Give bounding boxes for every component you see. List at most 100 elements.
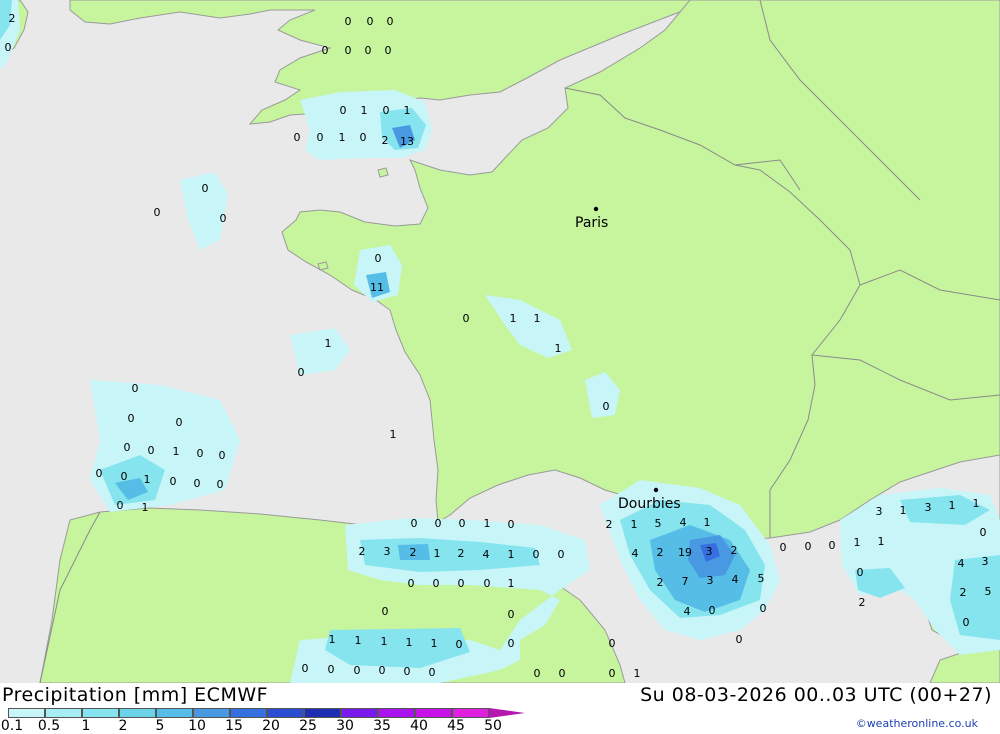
precip-value-label: 3 bbox=[384, 545, 391, 558]
precip-value-label: 0 bbox=[534, 667, 541, 680]
precip-value-label: 0 bbox=[202, 182, 209, 195]
city-label-paris: Paris bbox=[575, 215, 608, 231]
legend-label: 45 bbox=[447, 718, 465, 734]
legend-swatch bbox=[45, 708, 82, 718]
precip-value-label: 0 bbox=[609, 637, 616, 650]
precip-value-label: 0 bbox=[354, 664, 361, 677]
precip-value-label: 0 bbox=[411, 517, 418, 530]
precip-value-label: 0 bbox=[484, 577, 491, 590]
precip-value-label: 0 bbox=[433, 577, 440, 590]
legend-swatch bbox=[452, 708, 489, 718]
legend-label: 2 bbox=[118, 718, 128, 734]
precip-value-label: 0 bbox=[367, 15, 374, 28]
legend-swatch bbox=[156, 708, 193, 718]
precip-value-label: 1 bbox=[631, 518, 638, 531]
legend-label: 30 bbox=[336, 718, 354, 734]
legend-swatch bbox=[193, 708, 230, 718]
precip-value-label: 4 bbox=[732, 573, 739, 586]
precip-value-label: 0 bbox=[456, 638, 463, 651]
precip-value-label: 1 bbox=[510, 312, 517, 325]
legend-label: 5 bbox=[155, 718, 165, 734]
precip-value-label: 0 bbox=[609, 667, 616, 680]
precip-value-label: 2 bbox=[657, 546, 664, 559]
precip-value-label: 3 bbox=[707, 574, 714, 587]
precip-value-label: 0 bbox=[459, 517, 466, 530]
precip-value-label: 0 bbox=[379, 664, 386, 677]
precip-value-label: 1 bbox=[900, 504, 907, 517]
precip-value-label: 0 bbox=[780, 541, 787, 554]
legend-swatch bbox=[8, 708, 45, 718]
precip-value-label: 0 bbox=[154, 206, 161, 219]
precip-value-label: 0 bbox=[219, 449, 226, 462]
precip-value-label: 0 bbox=[382, 605, 389, 618]
precip-value-label: 0 bbox=[328, 663, 335, 676]
precip-value-label: 0 bbox=[603, 400, 610, 413]
map-footer: Precipitation [mm] ECMWF Su 08-03-2026 0… bbox=[0, 683, 1000, 734]
precip-value-label: 0 bbox=[322, 44, 329, 57]
credit-link[interactable]: ©weatheronline.co.uk bbox=[856, 717, 978, 730]
precip-value-label: 0 bbox=[857, 566, 864, 579]
precip-value-label: 0 bbox=[404, 665, 411, 678]
legend-label: 25 bbox=[299, 718, 317, 734]
precip-value-label: 1 bbox=[704, 516, 711, 529]
precip-value-label: 0 bbox=[383, 104, 390, 117]
precip-value-label: 0 bbox=[124, 441, 131, 454]
precip-value-label: 2 bbox=[410, 546, 417, 559]
precip-value-label: 2 bbox=[960, 586, 967, 599]
legend-label: 0.5 bbox=[37, 718, 61, 734]
precip-value-label: 1 bbox=[484, 517, 491, 530]
precip-value-label: 1 bbox=[854, 536, 861, 549]
legend-swatch bbox=[341, 708, 378, 718]
city-dot-paris bbox=[593, 206, 599, 212]
precip-value-label: 1 bbox=[325, 337, 332, 350]
precip-value-label: 0 bbox=[294, 131, 301, 144]
precip-value-label: 0 bbox=[429, 666, 436, 679]
precip-value-label: 1 bbox=[142, 501, 149, 514]
precip-value-label: 0 bbox=[963, 616, 970, 629]
precip-value-label: 5 bbox=[985, 585, 992, 598]
city-dot-dourbies bbox=[653, 487, 659, 493]
precip-value-label: 0 bbox=[132, 382, 139, 395]
precip-value-label: 0 bbox=[533, 548, 540, 561]
precip-value-label: 19 bbox=[678, 546, 692, 559]
legend-swatch bbox=[82, 708, 119, 718]
precip-value-label: 11 bbox=[370, 281, 384, 294]
precip-value-label: 0 bbox=[558, 548, 565, 561]
map-datetime: Su 08-03-2026 00..03 UTC (00+27) bbox=[640, 684, 992, 706]
precip-value-label: 0 bbox=[736, 633, 743, 646]
legend-swatch bbox=[378, 708, 415, 718]
legend-swatch bbox=[119, 708, 156, 718]
legend-label: 50 bbox=[484, 718, 502, 734]
precip-value-label: 0 bbox=[385, 44, 392, 57]
precip-value-label: 0 bbox=[463, 312, 470, 325]
precip-value-label: 0 bbox=[5, 41, 12, 54]
precip-value-label: 4 bbox=[680, 516, 687, 529]
precip-value-label: 1 bbox=[390, 428, 397, 441]
precip-value-label: 2 bbox=[606, 518, 613, 531]
precip-value-label: 0 bbox=[760, 602, 767, 615]
precipitation-map: 200 0 00 0 0 00 1 0 10 0 1 0 2 1300 00110 1 1110000 00 0 1 0… bbox=[0, 0, 1000, 683]
precip-value-label: 0 bbox=[96, 467, 103, 480]
precip-value-label: 1 bbox=[173, 445, 180, 458]
precip-value-label: 0 bbox=[340, 104, 347, 117]
precip-value-label: 1 bbox=[406, 636, 413, 649]
legend-swatch bbox=[304, 708, 341, 718]
precip-value-label: 1 bbox=[404, 104, 411, 117]
precip-value-label: 4 bbox=[483, 548, 490, 561]
precip-value-label: 0 bbox=[508, 637, 515, 650]
city-label-dourbies: Dourbies bbox=[618, 496, 681, 512]
precip-value-label: 1 bbox=[434, 547, 441, 560]
precip-value-label: 2 bbox=[359, 545, 366, 558]
legend-label: 20 bbox=[262, 718, 280, 734]
precip-value-label: 0 bbox=[408, 577, 415, 590]
precip-value-label: 0 bbox=[709, 604, 716, 617]
precip-value-label: 0 bbox=[302, 662, 309, 675]
precip-value-label: 0 bbox=[128, 412, 135, 425]
precip-value-label: 0 bbox=[458, 577, 465, 590]
precip-value-label: 0 bbox=[148, 444, 155, 457]
land-belle-ile bbox=[317, 261, 329, 271]
precip-value-label: 0 bbox=[829, 539, 836, 552]
precip-value-label: 0 bbox=[194, 477, 201, 490]
precip-value-label: 1 bbox=[431, 637, 438, 650]
precip-value-label: 0 bbox=[317, 131, 324, 144]
